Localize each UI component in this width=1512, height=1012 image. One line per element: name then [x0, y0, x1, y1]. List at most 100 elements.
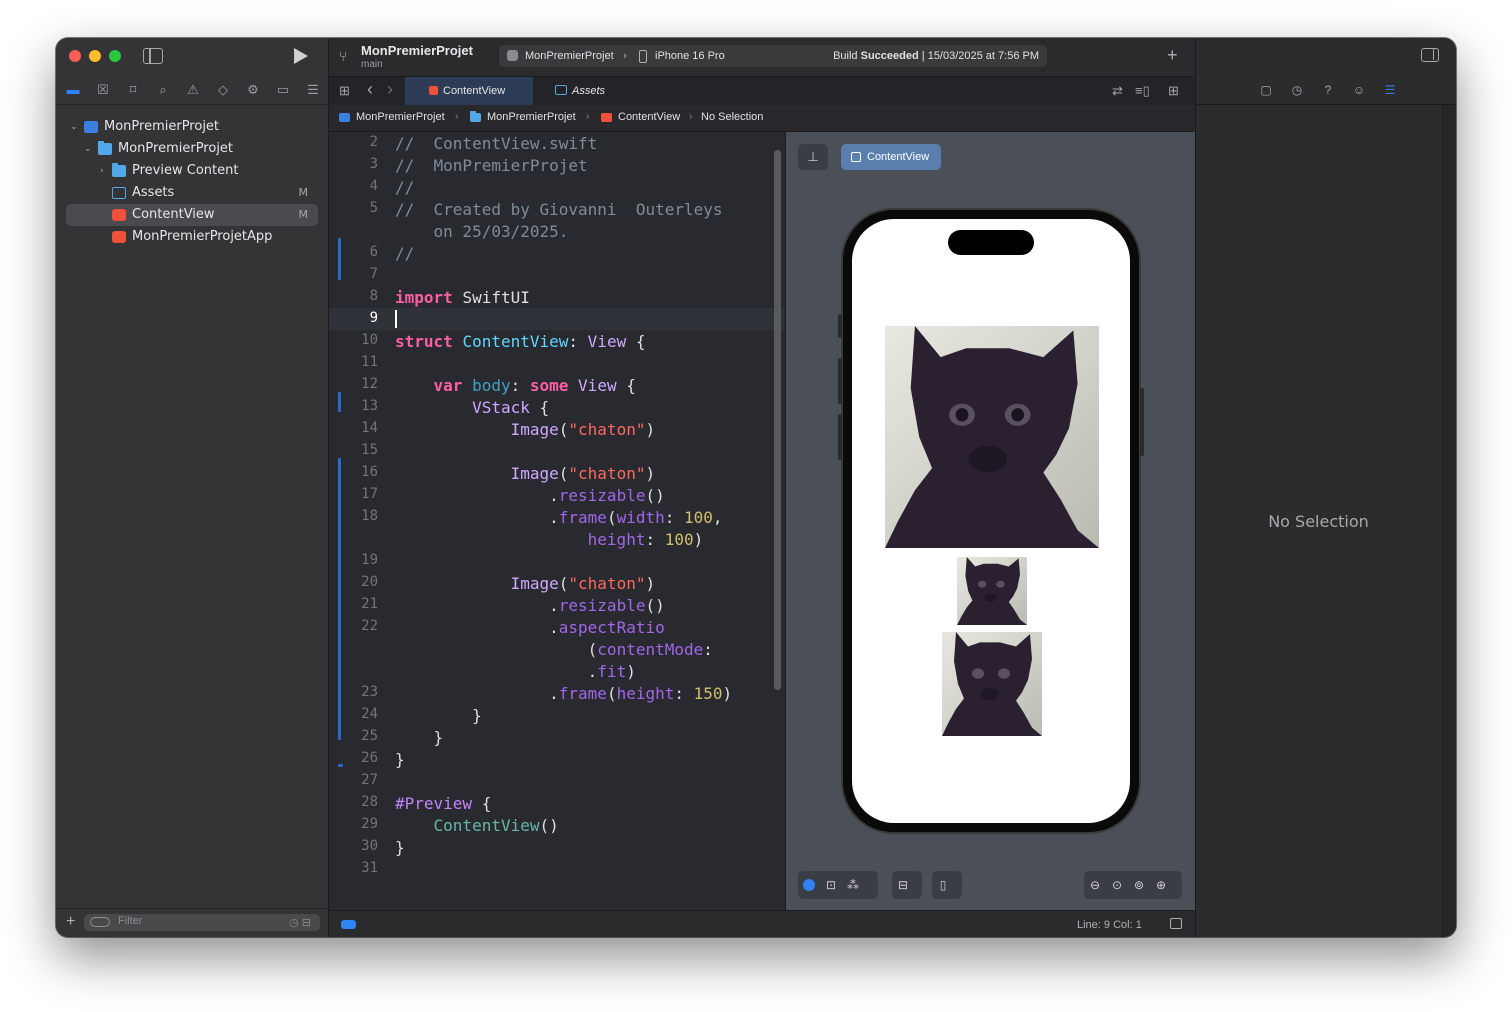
- history-inspector-icon[interactable]: ◷: [1289, 82, 1305, 98]
- modified-badge: M: [298, 186, 309, 199]
- filter-input[interactable]: Filter ◷⊟: [84, 914, 320, 931]
- preview-canvas: ⊥ ContentView ⊡ ⁂ ⊟ ▯ ⊖ ⊙ ⊚ ⊕: [785, 132, 1195, 910]
- chaton-image-fit[interactable]: [942, 632, 1042, 736]
- line-number: 12: [361, 376, 378, 392]
- forward-icon[interactable]: ›: [387, 79, 393, 100]
- branch-label[interactable]: main: [361, 59, 383, 70]
- navigator-selector-bar: ▬ ☒ ⌑ ⌕ ⚠ ◇ ⚙ ▭ ☰: [64, 82, 322, 98]
- chevron-down-icon[interactable]: ⌄: [70, 116, 78, 138]
- tree-item-project[interactable]: ⌄ MonPremierProjet: [56, 116, 328, 138]
- bookmark-icon[interactable]: ⌑: [124, 82, 142, 98]
- split-editor-icon[interactable]: ⊞: [1168, 83, 1179, 99]
- add-icon[interactable]: +: [1167, 45, 1178, 66]
- dynamic-island: [948, 230, 1034, 255]
- jump-bar-file[interactable]: ContentView: [618, 111, 680, 123]
- editor-options-icon[interactable]: ≡▯: [1135, 83, 1150, 99]
- divider: [1196, 104, 1456, 105]
- breakpoint-icon[interactable]: ▭: [274, 82, 292, 98]
- device-screen[interactable]: [852, 219, 1130, 823]
- debug-area-toggle[interactable]: [341, 920, 356, 929]
- tab-contentview[interactable]: ContentView: [405, 77, 533, 105]
- pin-icon[interactable]: ⊥: [798, 144, 828, 170]
- cat-photo-icon: [942, 632, 1042, 736]
- chaton-image-small[interactable]: [957, 557, 1027, 625]
- debug-icon[interactable]: ⚙: [244, 82, 262, 98]
- tab-label: Assets: [572, 85, 606, 97]
- chevron-down-icon[interactable]: ⌄: [84, 138, 92, 160]
- add-icon[interactable]: +: [66, 913, 75, 931]
- minimize-window-button[interactable]: [89, 50, 101, 62]
- zoom-100-icon[interactable]: ⊙: [1106, 871, 1128, 899]
- sidebar-toggle-icon[interactable]: [143, 48, 163, 64]
- chevron-right-icon: ›: [689, 111, 693, 122]
- inspector-panel: ▢ ◷ ? ☺ ☰ No Selection: [1195, 38, 1456, 937]
- zoom-fit-icon[interactable]: ⊚: [1128, 871, 1150, 899]
- editor-scrollbar[interactable]: [774, 150, 781, 690]
- close-window-button[interactable]: [69, 50, 81, 62]
- preview-selector-button[interactable]: ContentView: [841, 144, 941, 170]
- tree-item-assets[interactable]: Assets M: [56, 182, 328, 204]
- line-number: 25: [361, 728, 378, 744]
- canvas-toolbar: ⊡ ⁂ ⊟ ▯ ⊖ ⊙ ⊚ ⊕: [798, 871, 1183, 899]
- live-preview-button[interactable]: [798, 871, 820, 899]
- line-number: 2: [369, 134, 378, 150]
- line-number: 8: [369, 288, 378, 304]
- app-icon: [507, 50, 518, 61]
- jump-bar-symbol[interactable]: No Selection: [701, 111, 763, 123]
- zoom-in-icon[interactable]: ⊕: [1150, 871, 1172, 899]
- jump-bar-project[interactable]: MonPremierProjet: [356, 111, 445, 123]
- zoom-window-button[interactable]: [109, 50, 121, 62]
- tab-assets[interactable]: Assets: [533, 77, 623, 105]
- help-inspector-icon[interactable]: ?: [1320, 82, 1336, 98]
- jump-bar-group[interactable]: MonPremierProjet: [487, 111, 576, 123]
- search-icon[interactable]: ⌕: [154, 82, 172, 98]
- run-destination[interactable]: iPhone 16 Pro: [655, 50, 725, 62]
- inspector-scrollbar[interactable]: [1442, 105, 1456, 937]
- variants-icon[interactable]: ⁂: [842, 871, 864, 899]
- report-icon[interactable]: ☰: [304, 82, 322, 98]
- source-editor[interactable]: 2// ContentView.swift 3// MonPremierProj…: [329, 132, 784, 910]
- inspector-toggle-icon[interactable]: [1421, 48, 1439, 62]
- selectable-mode-icon[interactable]: ⊡: [820, 871, 842, 899]
- line-number: 21: [361, 596, 378, 612]
- line-number: 14: [361, 420, 378, 436]
- device-settings-button[interactable]: ▯: [932, 871, 962, 899]
- variants-button[interactable]: ⊟: [892, 871, 922, 899]
- folder-navigator-icon[interactable]: ▬: [64, 82, 82, 98]
- chevron-right-icon[interactable]: ›: [100, 160, 104, 182]
- preview-mode-group: ⊡ ⁂: [798, 871, 878, 899]
- source-control-icon[interactable]: ☒: [94, 82, 112, 98]
- tree-item-group[interactable]: ⌄ MonPremierProjet: [56, 138, 328, 160]
- debug-area-icon[interactable]: [1170, 918, 1182, 929]
- tree-item-contentview[interactable]: ContentView M: [66, 204, 318, 226]
- file-inspector-icon[interactable]: ▢: [1258, 82, 1274, 98]
- iphone-preview: [838, 210, 1144, 832]
- accessibility-inspector-icon[interactable]: ☺: [1351, 82, 1367, 98]
- chaton-image-large[interactable]: [885, 326, 1099, 548]
- attributes-inspector-icon[interactable]: ☰: [1382, 82, 1398, 98]
- run-icon[interactable]: [294, 48, 308, 64]
- scheme-selector[interactable]: MonPremierProjet: [525, 50, 614, 62]
- recent-files-icon[interactable]: ◷⊟: [289, 916, 314, 929]
- line-number: 30: [361, 838, 378, 854]
- zoom-out-icon[interactable]: ⊖: [1084, 871, 1106, 899]
- back-icon[interactable]: ‹: [367, 79, 373, 100]
- folder-icon: [112, 163, 126, 177]
- build-status: Build Succeeded | 15/03/2025 at 7:56 PM: [833, 50, 1039, 62]
- modified-badge: M: [298, 208, 309, 221]
- toggle-icon: ⊟: [897, 878, 909, 892]
- inspector-tabs: ▢ ◷ ? ☺ ☰: [1258, 82, 1398, 98]
- warning-icon[interactable]: ⚠: [184, 82, 202, 98]
- cursor-position: Line: 9 Col: 1: [1077, 919, 1142, 931]
- side-button: [1140, 388, 1144, 456]
- test-icon[interactable]: ◇: [214, 82, 232, 98]
- device-icon: ▯: [939, 878, 947, 892]
- swift-file-icon: [112, 231, 126, 243]
- activity-viewer[interactable]: MonPremierProjet › iPhone 16 Pro Build S…: [499, 45, 1047, 67]
- swap-icon[interactable]: ⇄: [1112, 83, 1123, 99]
- tree-item-app[interactable]: MonPremierProjetApp: [56, 226, 328, 248]
- tree-item-preview-content[interactable]: › Preview Content: [56, 160, 328, 182]
- line-number: 6: [369, 244, 378, 260]
- tree-item-label: ContentView: [132, 207, 215, 222]
- related-items-icon[interactable]: ⊞: [339, 83, 350, 99]
